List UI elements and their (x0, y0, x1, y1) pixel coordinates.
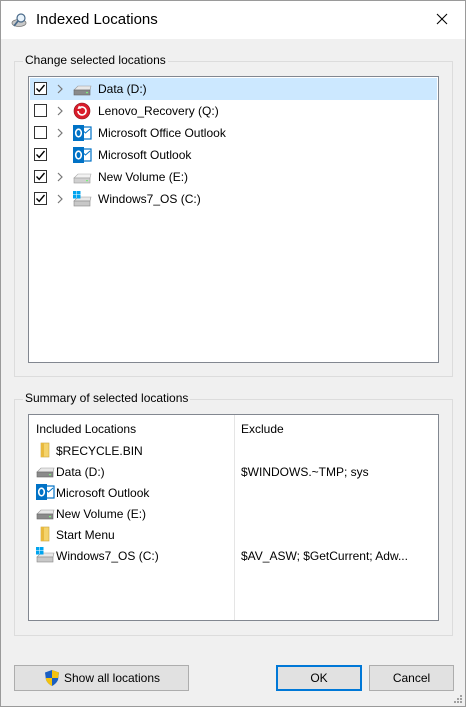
drive-icon (35, 504, 55, 522)
tree-item-label: New Volume (E:) (98, 170, 189, 184)
summary-exclude-label: $WINDOWS.~TMP; sys (241, 465, 369, 479)
windows-drive-icon (72, 190, 92, 208)
summary-exclude-label: $AV_ASW; $GetCurrent; Adw... (241, 549, 408, 563)
summary-included-label: Start Menu (56, 528, 115, 542)
folder-icon (35, 441, 55, 459)
locations-tree[interactable]: Data (D:) Lenovo_Recovery (Q:) Microsoft… (28, 76, 439, 363)
cancel-label: Cancel (392, 671, 431, 685)
tree-item-microsoft-outlook[interactable]: Microsoft Outlook (30, 144, 437, 166)
close-icon (436, 13, 448, 28)
indexed-locations-dialog: Indexed Locations Change selected locati… (0, 0, 466, 707)
chevron-right-icon[interactable] (55, 171, 65, 183)
tree-item-label: Data (D:) (98, 82, 147, 96)
tree-item-lenovo-recovery-q[interactable]: Lenovo_Recovery (Q:) (30, 100, 437, 122)
tree-item-checkbox[interactable] (34, 170, 47, 183)
summary-included-label: Windows7_OS (C:) (56, 549, 159, 563)
checkmark-icon (35, 84, 46, 93)
summary-row: Windows7_OS (C:) $AV_ASW; $GetCurrent; A… (29, 545, 438, 566)
chevron-right-icon[interactable] (55, 83, 65, 95)
summary-group: Summary of selected locations Included L… (14, 391, 453, 636)
change-locations-label: Change selected locations (23, 53, 168, 67)
included-locations-header: Included Locations (36, 422, 137, 436)
summary-row: New Volume (E:) (29, 503, 438, 524)
tree-item-checkbox[interactable] (34, 192, 47, 205)
tree-item-label: Lenovo_Recovery (Q:) (98, 104, 219, 118)
tree-item-label: Windows7_OS (C:) (98, 192, 201, 206)
drive-icon (72, 80, 92, 98)
cancel-button[interactable]: Cancel (369, 665, 454, 691)
chevron-right-icon[interactable] (55, 127, 65, 139)
tree-item-label: Microsoft Outlook (98, 148, 192, 162)
show-all-locations-button[interactable]: Show all locations (14, 665, 189, 691)
uac-shield-icon (43, 669, 61, 687)
recovery-drive-icon (72, 102, 92, 120)
ok-button[interactable]: OK (276, 665, 362, 691)
summary-list[interactable]: Included Locations Exclude $RECYCLE.BIN (28, 414, 439, 621)
outlook-icon (35, 483, 55, 501)
checkmark-icon (35, 172, 46, 181)
tree-item-windows7-os-c[interactable]: Windows7_OS (C:) (30, 188, 437, 210)
tree-item-label: Microsoft Office Outlook (98, 126, 226, 140)
title-bar[interactable]: Indexed Locations (1, 1, 465, 39)
window-title: Indexed Locations (36, 11, 158, 28)
summary-included-label: Data (D:) (56, 465, 105, 479)
show-all-locations-label: Show all locations (63, 671, 161, 685)
drive-icon (72, 168, 92, 186)
summary-label: Summary of selected locations (23, 391, 191, 405)
drive-icon (35, 462, 55, 480)
tree-item-checkbox[interactable] (34, 126, 47, 139)
chevron-right-icon[interactable] (55, 105, 65, 117)
close-button[interactable] (419, 1, 465, 39)
tree-item-checkbox[interactable] (34, 104, 47, 117)
outlook-icon (72, 146, 92, 164)
checkmark-icon (35, 150, 46, 159)
windows-drive-icon (35, 546, 55, 564)
indexed-locations-icon (11, 11, 29, 29)
summary-row: Data (D:) $WINDOWS.~TMP; sys (29, 461, 438, 482)
resize-grip-icon[interactable] (451, 692, 463, 704)
chevron-right-icon[interactable] (55, 193, 65, 205)
tree-item-microsoft-office-outlook[interactable]: Microsoft Office Outlook (30, 122, 437, 144)
summary-row: Start Menu (29, 524, 438, 545)
change-locations-group: Change selected locations Data (D:) Leno… (14, 53, 453, 377)
tree-item-checkbox[interactable] (34, 82, 47, 95)
exclude-header: Exclude (241, 422, 284, 436)
tree-item-new-volume-e[interactable]: New Volume (E:) (30, 166, 437, 188)
summary-included-label: $RECYCLE.BIN (56, 444, 143, 458)
checkmark-icon (35, 194, 46, 203)
summary-row: $RECYCLE.BIN (29, 440, 438, 461)
tree-item-checkbox[interactable] (34, 148, 47, 161)
summary-included-label: New Volume (E:) (56, 507, 147, 521)
tree-item-data-d[interactable]: Data (D:) (30, 78, 437, 100)
outlook-icon (72, 124, 92, 142)
summary-row: Microsoft Outlook (29, 482, 438, 503)
folder-icon (35, 525, 55, 543)
ok-label: OK (310, 671, 328, 685)
summary-included-label: Microsoft Outlook (56, 486, 150, 500)
